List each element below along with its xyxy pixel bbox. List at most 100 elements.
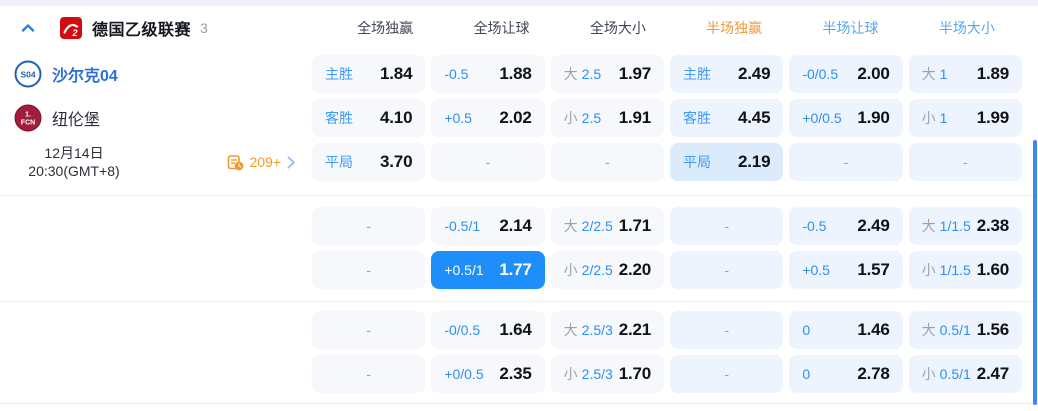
odds-cell-empty: - bbox=[908, 143, 1022, 181]
odds-handicap-line: 1 bbox=[939, 110, 948, 126]
odds-cell[interactable]: 大 2.5/3 2.21 bbox=[550, 311, 664, 349]
odds-cells: - +0/0.5 2.35 小 2.5/3 1.70-0 2.78 小 0.5/1 2.47 bbox=[312, 355, 1038, 393]
odds-label-prefix: 大 bbox=[921, 322, 936, 338]
match-time: 20:30(GMT+8) bbox=[28, 163, 120, 179]
odds-cell[interactable]: 大 2.5 1.97 bbox=[550, 55, 664, 93]
odds-value: 3.70 bbox=[380, 152, 413, 171]
odds-label-prefix: 平局 bbox=[683, 154, 711, 170]
dash-placeholder: - bbox=[843, 154, 849, 170]
odds-label: +0.5 bbox=[444, 110, 472, 126]
odds-label: 小 2/2.5 bbox=[564, 260, 613, 280]
odds-handicap-line: 0 bbox=[802, 322, 811, 338]
odds-cell[interactable]: -0.5 1.88 bbox=[431, 55, 545, 93]
odds-cell[interactable]: +0/0.5 1.90 bbox=[789, 99, 903, 137]
odds-cell[interactable]: 主胜 1.84 bbox=[312, 55, 426, 93]
odds-cell[interactable]: 0 1.46 bbox=[789, 311, 903, 349]
odds-handicap-line: 1 bbox=[939, 66, 948, 82]
markets-list-icon bbox=[227, 154, 244, 171]
odds-cell[interactable]: 小 1 1.99 bbox=[908, 99, 1022, 137]
odds-handicap-line: -0.5 bbox=[802, 218, 827, 234]
match-datetime: 12月14日 20:30(GMT+8) bbox=[8, 144, 140, 180]
odds-cell[interactable]: 小 2.5/3 1.70 bbox=[550, 355, 664, 393]
odds-cell[interactable]: -0/0.5 2.00 bbox=[789, 55, 903, 93]
odds-handicap-line: 2/2.5 bbox=[581, 262, 613, 278]
odds-row: 12月14日 20:30(GMT+8) 209+ 平局 3.70 - - 平局 2.19 - - bbox=[0, 143, 1038, 181]
odds-cell[interactable]: 小 0.5/1 2.47 bbox=[908, 355, 1022, 393]
odds-value: 1.97 bbox=[618, 64, 651, 83]
odds-value: 1.46 bbox=[857, 320, 890, 339]
odds-value: 2.78 bbox=[857, 364, 890, 383]
odds-cell[interactable]: 平局 3.70 bbox=[312, 143, 426, 181]
odds-cell[interactable]: 大 2/2.5 1.71 bbox=[550, 207, 664, 245]
odds-label: +0/0.5 bbox=[802, 110, 841, 126]
odds-handicap-line: +0/0.5 bbox=[802, 110, 842, 126]
odds-cell[interactable]: 小 2.5 1.91 bbox=[550, 99, 664, 137]
odds-handicap-line: 0.5/1 bbox=[939, 322, 971, 338]
odds-cell[interactable]: 客胜 4.10 bbox=[312, 99, 426, 137]
odds-handicap-line: 1/1.5 bbox=[939, 262, 971, 278]
odds-cell[interactable]: +0.5 2.02 bbox=[431, 99, 545, 137]
odds-handicap-line: 1/1.5 bbox=[939, 218, 971, 234]
collapse-button[interactable] bbox=[18, 18, 38, 38]
league-title: 德国乙级联赛 bbox=[92, 22, 192, 39]
odds-cell[interactable]: 大 1/1.5 2.38 bbox=[908, 207, 1022, 245]
row-info-home: S04 沙尔克04 bbox=[0, 55, 312, 93]
odds-cell[interactable]: 大 1 1.89 bbox=[908, 55, 1022, 93]
row-info-empty bbox=[0, 311, 312, 349]
odds-cell[interactable]: 大 0.5/1 1.56 bbox=[908, 311, 1022, 349]
odds-cell-empty: - bbox=[789, 143, 903, 181]
odds-label: 大 2/2.5 bbox=[564, 216, 613, 236]
odds-cell[interactable]: 平局 2.19 bbox=[670, 143, 784, 181]
odds-label-prefix: 客胜 bbox=[325, 110, 353, 126]
odds-value: 1.56 bbox=[976, 320, 1009, 339]
odds-cell[interactable]: 0 2.78 bbox=[789, 355, 903, 393]
odds-label-prefix: 大 bbox=[921, 66, 936, 82]
odds-handicap-line: -0/0.5 bbox=[802, 66, 839, 82]
dash-placeholder: - bbox=[724, 262, 729, 278]
dash-placeholder: - bbox=[724, 218, 729, 234]
odds-cell[interactable]: +0.5 1.57 bbox=[789, 251, 903, 289]
column-header-6: 半场大小 bbox=[938, 20, 995, 36]
odds-value: 1.70 bbox=[618, 364, 651, 383]
odds-value: 1.99 bbox=[976, 108, 1009, 127]
odds-cell[interactable]: -0/0.5 1.64 bbox=[431, 311, 545, 349]
odds-label: 平局 bbox=[325, 152, 353, 172]
more-markets-link[interactable]: 209+ bbox=[227, 154, 296, 171]
odds-cells: - +0.5/1 1.77 小 2/2.5 2.20- +0.5 1.57 小 1/1.5 1.60 bbox=[312, 251, 1038, 289]
odds-cell[interactable]: 主胜 2.49 bbox=[670, 55, 784, 93]
odds-value: 1.91 bbox=[618, 108, 651, 127]
league-header: 2 德国乙级联赛 3 全场独赢 全场让球 全场大小 半场独赢 半场让球 半场大小 bbox=[0, 6, 1038, 50]
row-info-empty bbox=[0, 251, 312, 289]
odds-cell-empty: - bbox=[431, 143, 545, 181]
dash-placeholder: - bbox=[724, 366, 729, 382]
column-header-3: 全场大小 bbox=[589, 20, 646, 36]
odds-cell[interactable]: -0.5/1 2.14 bbox=[431, 207, 545, 245]
odds-cell-empty: - bbox=[312, 355, 426, 393]
odds-cell[interactable]: +0/0.5 2.35 bbox=[431, 355, 545, 393]
odds-value: 1.60 bbox=[976, 260, 1009, 279]
odds-label: 小 0.5/1 bbox=[922, 364, 971, 384]
svg-text:1.: 1. bbox=[25, 112, 31, 119]
odds-cell[interactable]: 小 1/1.5 1.60 bbox=[908, 251, 1022, 289]
odds-cell[interactable]: -0.5 2.49 bbox=[789, 207, 903, 245]
odds-value: 2.38 bbox=[976, 216, 1009, 235]
odds-value: 4.45 bbox=[738, 108, 771, 127]
svg-text:FCN: FCN bbox=[21, 120, 35, 127]
odds-cell[interactable]: 客胜 4.45 bbox=[670, 99, 784, 137]
odds-value: 1.89 bbox=[976, 64, 1009, 83]
odds-label: 小1 bbox=[922, 108, 948, 128]
odds-label: -0.5 bbox=[444, 66, 468, 82]
odds-handicap-line: 0 bbox=[802, 366, 811, 382]
odds-label: 客胜 bbox=[325, 108, 353, 128]
odds-cell-empty: - bbox=[670, 355, 784, 393]
vertical-scrollbar[interactable] bbox=[1033, 140, 1037, 405]
odds-label: -0/0.5 bbox=[444, 322, 480, 338]
odds-cells: 客胜 4.10 +0.5 2.02 小 2.5 1.91 客胜 4.45 +0/0.5 1.90 小 1… bbox=[312, 99, 1038, 137]
team-name-home: 沙尔克04 bbox=[52, 68, 118, 85]
odds-label-prefix: 小 bbox=[563, 262, 578, 278]
odds-handicap-line: +0.5 bbox=[802, 262, 830, 278]
odds-label-prefix: 大 bbox=[563, 322, 578, 338]
odds-label-prefix: 平局 bbox=[325, 154, 353, 170]
odds-cell[interactable]: 小 2/2.5 2.20 bbox=[550, 251, 664, 289]
odds-cell-selected[interactable]: +0.5/1 1.77 bbox=[431, 251, 545, 289]
